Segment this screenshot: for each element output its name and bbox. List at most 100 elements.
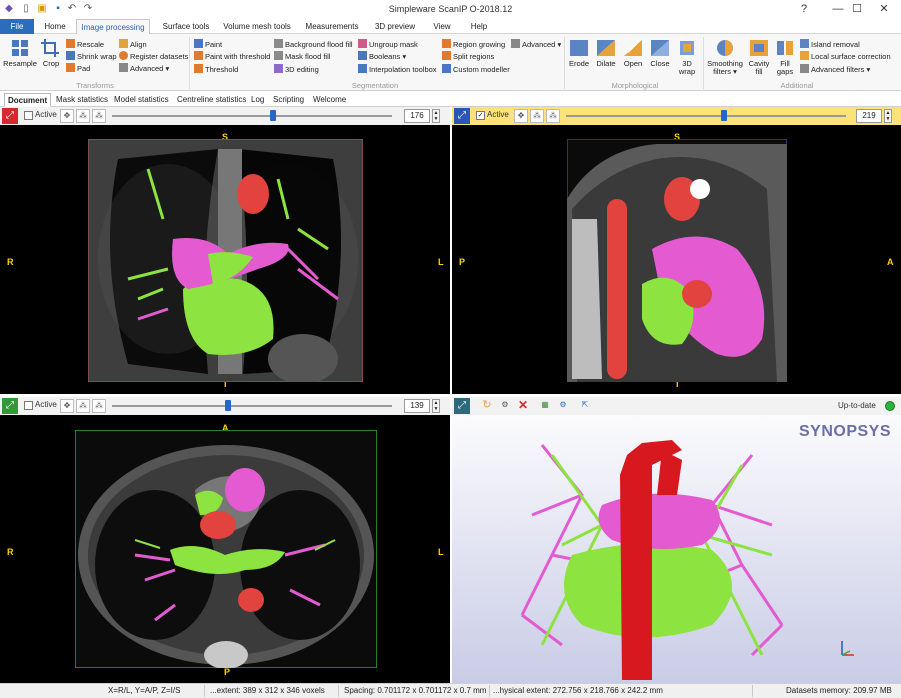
tab-help[interactable]: Help [464, 19, 494, 34]
tab-image-processing[interactable]: Image processing [76, 19, 150, 35]
register-icon [119, 51, 128, 60]
3d-wrap-icon [680, 41, 694, 55]
tab-scripting[interactable]: Scripting [273, 93, 304, 107]
slice-slider-thumb[interactable] [721, 110, 727, 121]
active-checkbox[interactable]: ✓ [476, 111, 485, 120]
tab-file[interactable]: File [0, 19, 34, 34]
mesh-settings-icon[interactable]: ⚙ [556, 399, 570, 413]
slice-number-input[interactable]: 139 [404, 399, 430, 413]
slice-number-input[interactable]: 176 [404, 109, 430, 123]
ct-slice-image[interactable] [75, 430, 377, 668]
tab-log[interactable]: Log [251, 93, 264, 107]
advanced-filters-button[interactable]: Advanced filters ▾ [800, 64, 870, 75]
help-button[interactable]: ? [787, 0, 821, 19]
booleans-button[interactable]: Booleans ▾ [358, 51, 406, 62]
view-tool-icon[interactable]: ⁂ [76, 109, 90, 123]
rescale-button[interactable]: Rescale [66, 39, 104, 50]
maximize-view-icon[interactable]: ⤢ [2, 108, 18, 124]
view-tool-icon[interactable]: ⁂ [76, 399, 90, 413]
ct-slice-image[interactable] [88, 139, 363, 382]
delete-icon[interactable]: ✕ [516, 399, 530, 413]
tab-document[interactable]: Document [4, 93, 52, 107]
active-checkbox[interactable] [24, 401, 33, 410]
slice-spinner[interactable]: ▲ ▼ [432, 399, 440, 413]
interpolation-toolbox-button[interactable]: Interpolation toolbox [358, 64, 437, 75]
active-label: Active [487, 110, 509, 119]
render-icon[interactable]: ▦ [538, 399, 552, 413]
status-separator [752, 685, 753, 697]
active-label: Active [35, 110, 57, 119]
erode-button[interactable]: Erode [566, 38, 592, 68]
view-tool-icon[interactable]: ⁂ [530, 109, 544, 123]
smoothing-filters-button[interactable]: Smoothing filters ▾ [705, 38, 745, 76]
maximize-view-icon[interactable]: ⤢ [454, 398, 470, 414]
local-surface-correction-button[interactable]: Local surface correction [800, 51, 891, 62]
tab-mask-statistics[interactable]: Mask statistics [56, 93, 108, 107]
slice-spinner[interactable]: ▲ ▼ [432, 109, 440, 123]
region-growing-button[interactable]: Region growing [442, 39, 505, 50]
mask-flood-fill-button[interactable]: Mask flood fill [274, 51, 330, 62]
view-tool-icon[interactable]: ✥ [60, 109, 74, 123]
export-icon[interactable]: ⇱ [578, 399, 592, 413]
tab-centreline-statistics[interactable]: Centreline statistics [177, 93, 246, 107]
tab-volume-mesh-tools[interactable]: Volume mesh tools [221, 19, 293, 34]
slice-slider-thumb[interactable] [225, 400, 231, 411]
custom-modeller-button[interactable]: Custom modeller [442, 64, 510, 75]
maximize-view-icon[interactable]: ⤢ [2, 398, 18, 414]
tab-home[interactable]: Home [40, 19, 70, 34]
tab-3d-preview[interactable]: 3D preview [370, 19, 420, 34]
view-tool-icon[interactable]: ✥ [514, 109, 528, 123]
dilate-button[interactable]: Dilate [593, 38, 619, 68]
orientation-right: A [887, 257, 894, 267]
slice-spinner[interactable]: ▲ ▼ [884, 109, 892, 123]
3d-wrap-button[interactable]: 3D wrap [674, 38, 700, 76]
3d-editing-button[interactable]: 3D editing [274, 64, 319, 75]
crop-button[interactable]: Crop [39, 38, 63, 68]
tab-welcome[interactable]: Welcome [313, 93, 346, 107]
smoothing-icon [717, 40, 733, 56]
ungroup-mask-button[interactable]: Ungroup mask [358, 39, 418, 50]
slice-slider[interactable] [566, 115, 846, 117]
slice-number-input[interactable]: 219 [856, 109, 882, 123]
threshold-button[interactable]: Threshold [194, 64, 238, 75]
maximize-view-icon[interactable]: ⤢ [454, 108, 470, 124]
slice-view-top-left: ⤢ Active ✥ ⁂ ⁂ 176 ▲ ▼ S I R L [0, 107, 450, 394]
align-button[interactable]: Align [119, 39, 147, 50]
close-button[interactable]: ✕ [867, 0, 901, 19]
slice-slider[interactable] [112, 405, 392, 407]
split-regions-button[interactable]: Split regions [442, 51, 494, 62]
active-checkbox[interactable] [24, 111, 33, 120]
tab-view[interactable]: View [428, 19, 456, 34]
title-bar: ◆ ▯ ▣ ▪ ↶ ↷ Simpleware ScanIP O-2018.12 … [0, 0, 901, 19]
slice-slider-thumb[interactable] [270, 110, 276, 121]
view-tool-icon[interactable]: ⁂ [92, 399, 106, 413]
status-indicator-icon [885, 401, 895, 411]
view-tool-icon[interactable]: ⁂ [546, 109, 560, 123]
paint-threshold-button[interactable]: Paint with threshold [194, 51, 270, 62]
tab-measurements[interactable]: Measurements [302, 19, 362, 34]
view-tool-icon[interactable]: ⁂ [92, 109, 106, 123]
settings-icon[interactable]: ⚙ [498, 399, 512, 413]
open-button[interactable]: Open [620, 38, 646, 68]
pad-button[interactable]: Pad [66, 63, 90, 74]
open-morph-icon [624, 40, 642, 56]
resample-button[interactable]: Resample [3, 38, 37, 68]
ribbon-separator [189, 37, 190, 89]
transforms-advanced-button[interactable]: Advanced ▾ [119, 63, 169, 74]
register-datasets-button[interactable]: Register datasets [119, 51, 188, 62]
island-removal-button[interactable]: Island removal [800, 39, 860, 50]
segmentation-advanced-button[interactable]: Advanced ▾ [511, 39, 561, 50]
slice-slider[interactable] [112, 115, 392, 117]
cavity-fill-button[interactable]: Cavity fill [746, 38, 772, 76]
paint-button[interactable]: Paint [194, 39, 222, 50]
tab-surface-tools[interactable]: Surface tools [157, 19, 215, 34]
refresh-icon[interactable]: ↻ [480, 399, 494, 413]
close-morph-button[interactable]: Close [647, 38, 673, 68]
background-flood-fill-button[interactable]: Background flood fill [274, 39, 353, 50]
fill-gaps-button[interactable]: Fill gaps [773, 38, 797, 76]
shrink-wrap-button[interactable]: Shrink wrap [66, 51, 117, 62]
3d-render-canvas[interactable]: SYNOPSYS [452, 415, 901, 683]
tab-model-statistics[interactable]: Model statistics [114, 93, 169, 107]
ct-slice-image[interactable] [567, 139, 787, 382]
view-tool-icon[interactable]: ✥ [60, 399, 74, 413]
